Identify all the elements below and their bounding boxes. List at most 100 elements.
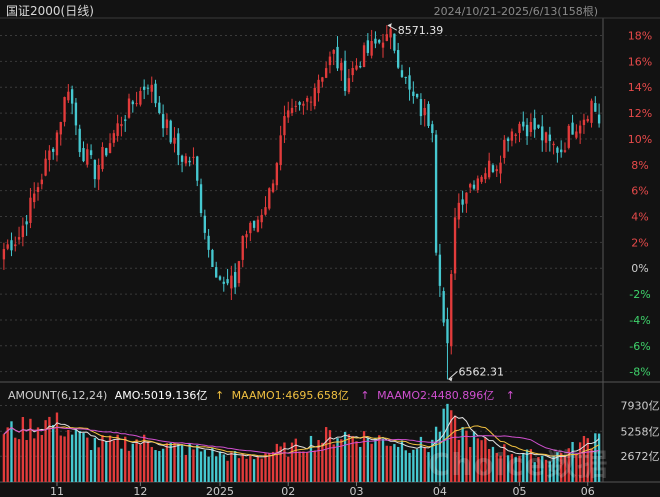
volume-bar [446,403,449,482]
candle-body [506,138,510,142]
volume-bar [472,431,476,482]
volume-maamo3-arrow: ↑ [505,389,515,402]
y-tick-label: -4% [629,314,650,327]
candle-body [317,79,320,94]
x-tick-label: 2025 [206,485,234,497]
candle-body [366,40,370,53]
volume-bar [21,417,25,482]
volume-bar [245,458,248,482]
candle-body [33,193,36,203]
candle-body [537,124,540,128]
volume-y-tick-label: 7930亿 [621,399,660,412]
volume-bar [480,440,483,482]
volume-bar [78,431,81,482]
volume-bar [408,452,411,482]
volume-bar [324,427,328,482]
candle-body [256,219,260,232]
volume-legend: AMOUNT(6,12,24) AMO:5019.136亿 ↑ MAAMO1:4… [8,387,519,403]
candle-body [434,134,438,253]
candle-body [597,114,601,124]
volume-bar [302,451,305,482]
volume-bar [544,459,548,482]
candle-body [161,114,165,129]
volume-bar [457,439,461,482]
candle-body [10,240,13,251]
volume-bar [196,445,199,482]
volume-bar [260,458,263,482]
volume-bar [336,438,339,482]
volume-bar [362,431,366,482]
volume-bar [124,436,127,482]
candle-body [252,220,256,228]
volume-bar [419,436,423,482]
y-tick-label: 12% [628,107,652,120]
candle-body [499,162,502,174]
candle-body [336,46,339,69]
volume-bar [2,434,6,482]
volume-bar [484,437,487,482]
candle-body [29,197,32,223]
volume-bar [241,453,244,482]
candle-body [207,235,210,250]
candle-body [529,122,533,132]
candle-body [340,62,343,71]
y-tick-label: 4% [631,211,648,224]
candle-body [89,150,93,156]
candle-body [374,38,377,44]
candle-body [70,89,74,104]
candle-body [347,78,351,93]
volume-amo-value: AMO:5019.136亿 [114,389,208,402]
candle-body [389,28,392,38]
volume-bar [154,450,157,482]
candle-body [571,122,574,135]
candle-body [533,118,536,130]
y-tick-label: 10% [628,133,652,146]
candle-body [271,183,275,192]
volume-bar [548,461,551,482]
candle-body [469,184,472,188]
volume-bar [105,441,108,482]
volume-bar [393,444,396,482]
candle-body [453,217,457,274]
candle-body [59,122,62,135]
candle-body [556,147,559,153]
volume-bar [306,452,309,482]
candle-body [495,169,498,172]
volume-bar [67,429,70,482]
candle-body [370,40,373,56]
volume-bar [180,445,184,482]
candle-body [233,272,237,288]
candle-body [25,221,28,225]
candle-body [116,123,119,136]
volume-bar [97,447,100,482]
y-tick-label: 0% [631,262,648,275]
volume-bar [14,437,17,482]
volume-bar [86,437,89,482]
volume-bar [582,435,586,482]
volume-bar [374,437,377,482]
candle-body [514,134,517,136]
candle-body [55,132,59,156]
candle-body [419,99,423,117]
volume-bar [165,443,169,482]
candle-body [135,103,138,105]
candle-body [139,90,142,105]
annotation-low-label: 6562.31 [458,365,504,378]
volume-bar [184,454,188,482]
candle-body [457,202,461,220]
candle-body [241,235,244,260]
candle-body [249,222,252,234]
candle-body [503,139,506,158]
volume-indicator-name: AMOUNT(6,12,24) [8,389,108,402]
candle-body [6,244,9,249]
volume-bar [59,435,62,482]
volume-bar [442,408,445,482]
candle-body [575,131,578,138]
y-tick-label: -2% [629,288,650,301]
candle-body [415,93,419,98]
candle-body [112,133,116,143]
y-tick-label: 16% [628,55,652,68]
candle-body [158,102,161,113]
volume-bar [52,424,55,482]
candle-body [40,179,43,185]
